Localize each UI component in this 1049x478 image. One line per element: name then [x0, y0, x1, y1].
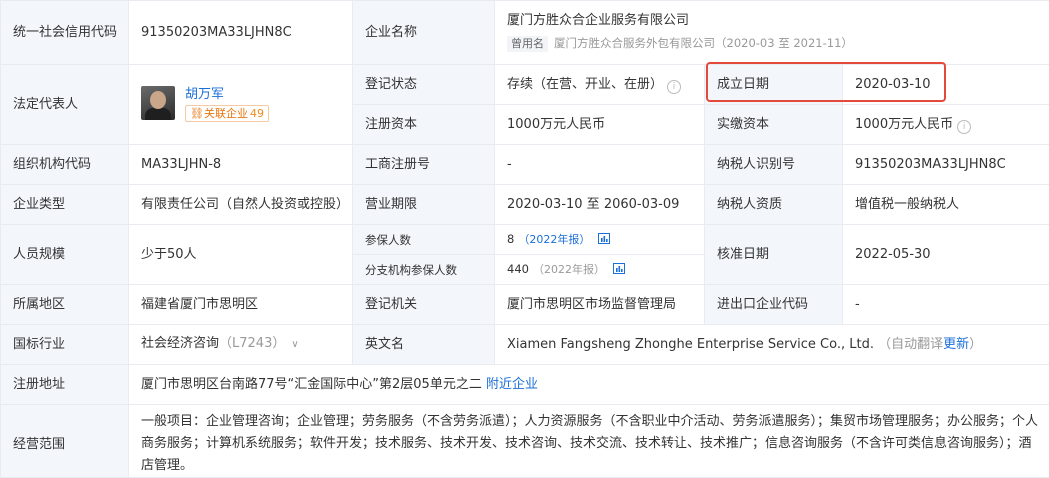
value-insured: 8: [507, 232, 514, 246]
value-reg-status-cell: 存续（在营、开业、在册） i: [495, 65, 705, 105]
table-row: 注册地址 厦门市思明区台南路77号“汇金国际中心”第2层05单元之二 附近企业: [1, 365, 1049, 405]
value-english-name-cell: Xiamen Fangsheng Zhonghe Enterprise Serv…: [495, 325, 1049, 365]
value-branch-insured-cell: 440 （2022年报）: [495, 255, 705, 285]
value-paid-capital: 1000万元人民币: [855, 117, 953, 132]
company-name: 厦门方胜众合企业服务有限公司: [507, 11, 1049, 31]
value-taxpayer-id: 91350203MA33LJHN8C: [843, 145, 1049, 185]
label-english-name: 英文名: [353, 325, 495, 365]
value-biz-term: 2020-03-10 至 2060-03-09: [495, 185, 705, 225]
chart-icon[interactable]: [613, 263, 625, 274]
update-link[interactable]: 更新: [943, 337, 969, 352]
table-row: 组织机构代码 MA33LJHN-8 工商注册号 - 纳税人识别号 9135020…: [1, 145, 1049, 185]
label-branch-insured: 分支机构参保人数: [353, 255, 495, 285]
label-legal-rep: 法定代表人: [1, 65, 129, 145]
value-address-cell: 厦门市思明区台南路77号“汇金国际中心”第2层05单元之二 附近企业: [129, 365, 1049, 405]
related-count: 49: [250, 107, 264, 120]
value-staff-size: 少于50人: [129, 225, 353, 285]
insured-year-link[interactable]: （2022年报）: [518, 233, 590, 246]
related-icon: ⛓: [190, 107, 204, 120]
value-credit-code: 91350203MA33LJHN8C: [129, 1, 353, 65]
label-taxpayer-qual: 纳税人资质: [705, 185, 843, 225]
auto-translate-note: （自动翻译: [878, 337, 943, 352]
value-company-name-cell: 厦门方胜众合企业服务有限公司 曾用名厦门方胜众合服务外包有限公司（2020-03…: [495, 1, 1049, 65]
industry-code: （L7243）: [219, 336, 285, 351]
former-name: 厦门方胜众合服务外包有限公司（2020-03 至 2021-11）: [554, 36, 853, 50]
value-insured-cell: 8 （2022年报）: [495, 225, 705, 255]
label-company-type: 企业类型: [1, 185, 129, 225]
value-paid-capital-cell: 1000万元人民币 i: [843, 105, 1049, 145]
value-approve-date: 2022-05-30: [843, 225, 1049, 285]
value-import-export: -: [843, 285, 1049, 325]
label-taxpayer-id: 纳税人识别号: [705, 145, 843, 185]
table-row: 经营范围 一般项目：企业管理咨询；企业管理；劳务服务（不含劳务派遣）；人力资源服…: [1, 405, 1049, 478]
table-row: 国标行业 社会经济咨询（L7243） ∨ 英文名 Xiamen Fangsheng…: [1, 325, 1049, 365]
label-address: 注册地址: [1, 365, 129, 405]
related-label: 关联企业: [204, 107, 248, 120]
info-icon[interactable]: i: [957, 120, 971, 134]
value-reg-authority: 厦门市思明区市场监督管理局: [495, 285, 705, 325]
value-english-name: Xiamen Fangsheng Zhonghe Enterprise Serv…: [507, 337, 874, 352]
value-branch-insured: 440: [507, 262, 529, 276]
value-taxpayer-qual: 增值税一般纳税人: [843, 185, 1049, 225]
label-import-export: 进出口企业代码: [705, 285, 843, 325]
nearby-companies-link[interactable]: 附近企业: [486, 377, 538, 392]
label-insured: 参保人数: [353, 225, 495, 255]
label-biz-reg-no: 工商注册号: [353, 145, 495, 185]
auto-translate-close: ）: [969, 337, 982, 352]
chart-icon[interactable]: [598, 233, 610, 244]
value-reg-capital: 1000万元人民币: [495, 105, 705, 145]
label-approve-date: 核准日期: [705, 225, 843, 285]
avatar[interactable]: [141, 86, 175, 120]
value-address: 厦门市思明区台南路77号“汇金国际中心”第2层05单元之二: [141, 377, 482, 392]
value-found-date: 2020-03-10: [843, 65, 1049, 105]
chevron-down-icon[interactable]: ∨: [291, 339, 298, 350]
company-info-table: 统一社会信用代码 91350203MA33LJHN8C 企业名称 厦门方胜众合企…: [0, 0, 1049, 478]
table-row: 法定代表人 胡万军 ⛓关联企业49 登记状态 存续（在营、开业、在册）i 成立日…: [1, 65, 1049, 105]
value-biz-reg-no: -: [495, 145, 705, 185]
label-found-date: 成立日期: [705, 65, 843, 105]
value-region: 福建省厦门市思明区: [129, 285, 353, 325]
table-row: 统一社会信用代码 91350203MA33LJHN8C 企业名称 厦门方胜众合企…: [1, 1, 1049, 65]
label-region: 所属地区: [1, 285, 129, 325]
related-companies-badge[interactable]: ⛓关联企业49: [185, 105, 269, 122]
former-name-tag: 曾用名: [507, 36, 548, 52]
label-staff-size: 人员规模: [1, 225, 129, 285]
table-row: 所属地区 福建省厦门市思明区 登记机关 厦门市思明区市场监督管理局 进出口企业代…: [1, 285, 1049, 325]
industry-dropdown[interactable]: 社会经济咨询（L7243） ∨: [129, 325, 353, 365]
value-company-type: 有限责任公司（自然人投资或控股）: [129, 185, 353, 225]
value-industry: 社会经济咨询: [141, 336, 219, 351]
value-scope: 一般项目：企业管理咨询；企业管理；劳务服务（不含劳务派遣）；人力资源服务（不含职…: [129, 405, 1049, 478]
label-credit-code: 统一社会信用代码: [1, 1, 129, 65]
value-legal-rep-cell: 胡万军 ⛓关联企业49: [129, 65, 353, 145]
branch-insured-year: （2022年报）: [533, 263, 605, 276]
value-reg-status: 存续（在营、开业、在册）: [507, 77, 663, 92]
value-org-code: MA33LJHN-8: [129, 145, 353, 185]
label-company-name: 企业名称: [353, 1, 495, 65]
label-paid-capital: 实缴资本: [705, 105, 843, 145]
label-biz-term: 营业期限: [353, 185, 495, 225]
label-industry: 国标行业: [1, 325, 129, 365]
label-scope: 经营范围: [1, 405, 129, 478]
info-icon[interactable]: i: [667, 80, 681, 94]
label-reg-capital: 注册资本: [353, 105, 495, 145]
label-reg-status: 登记状态: [353, 65, 495, 105]
table-row: 人员规模 少于50人 参保人数 8（2022年报） 核准日期 2022-05-3…: [1, 225, 1049, 255]
table-row: 企业类型 有限责任公司（自然人投资或控股） 营业期限 2020-03-10 至 …: [1, 185, 1049, 225]
label-org-code: 组织机构代码: [1, 145, 129, 185]
label-reg-authority: 登记机关: [353, 285, 495, 325]
